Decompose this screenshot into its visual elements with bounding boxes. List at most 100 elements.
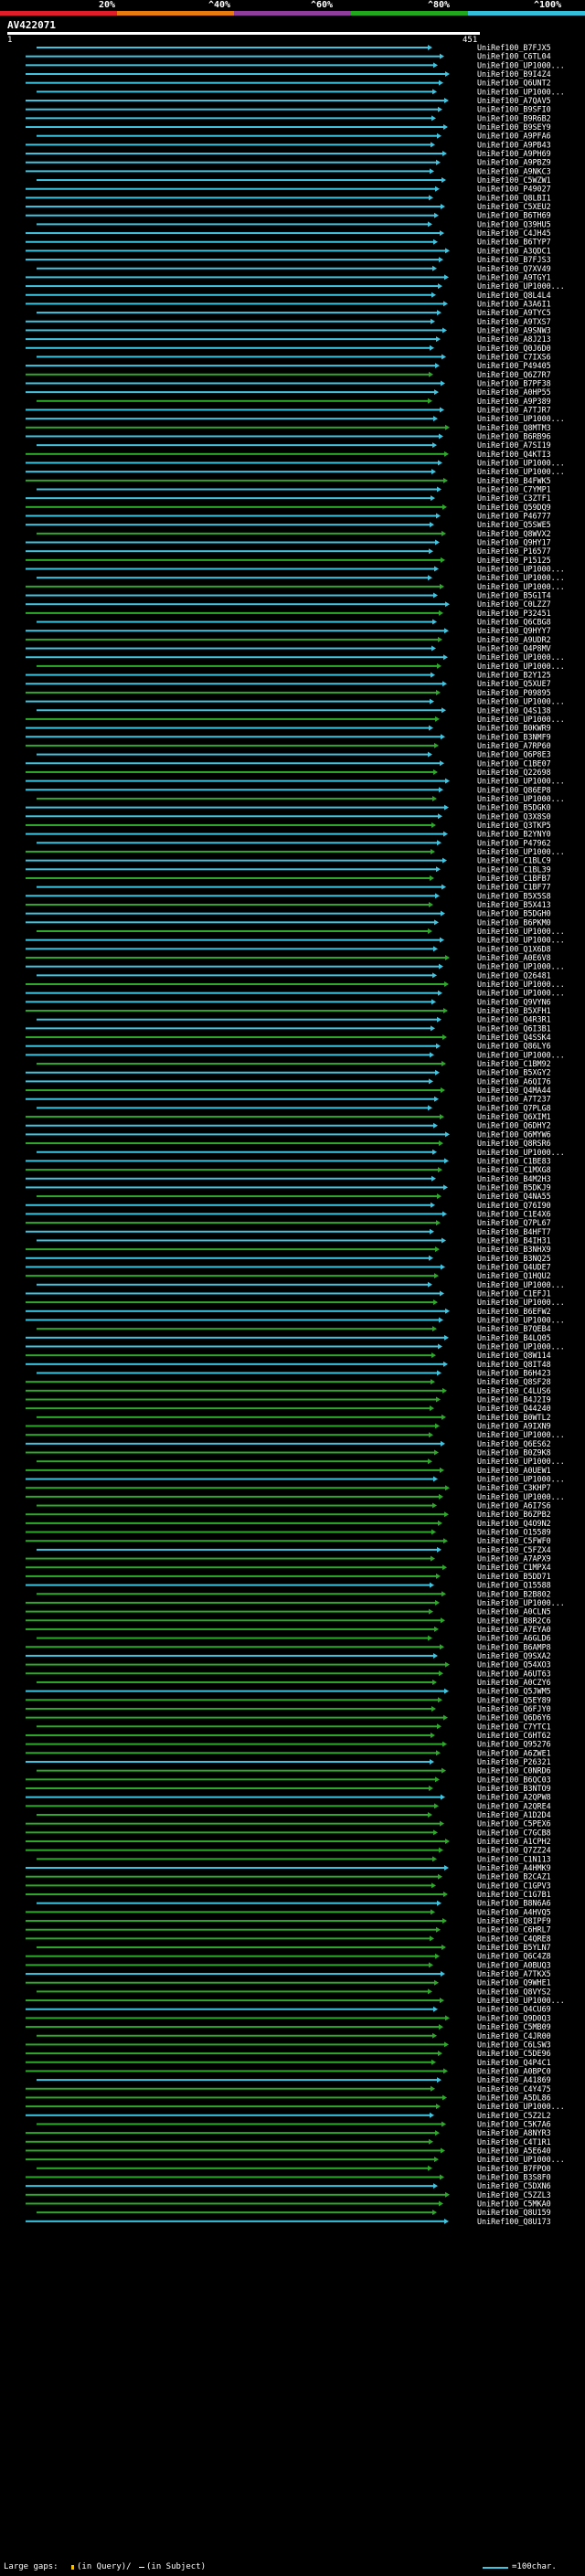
hit-label[interactable]: UniRef100_A7RP60 — [477, 741, 551, 750]
hit-label[interactable]: UniRef100_B0KWR9 — [477, 724, 551, 733]
hit-label[interactable]: UniRef100_A9PH69 — [477, 149, 551, 158]
hit-label[interactable]: UniRef100_C5DXN6 — [477, 2181, 551, 2190]
hit-label[interactable]: UniRef100_UP1000... — [477, 87, 565, 96]
hit-label[interactable]: UniRef100_C1MXG8 — [477, 1165, 551, 1174]
hit-label[interactable]: UniRef100_Q4KTI3 — [477, 450, 551, 459]
hit-label[interactable]: UniRef100_Q8IPF9 — [477, 1916, 551, 1925]
hit-label[interactable]: UniRef100_C4JR00 — [477, 2031, 551, 2041]
hit-label[interactable]: UniRef100_A9PFA6 — [477, 132, 551, 141]
hit-label[interactable]: UniRef100_C4QRE8 — [477, 1934, 551, 1943]
hit-label[interactable]: UniRef100_B4M2H3 — [477, 1174, 551, 1183]
hit-label[interactable]: UniRef100_Q4CU69 — [477, 2005, 551, 2014]
hit-label[interactable]: UniRef100_Q54XO3 — [477, 1660, 551, 1670]
hit-label[interactable]: UniRef100_Q7ZZ24 — [477, 1846, 551, 1855]
hit-label[interactable]: UniRef100_Q6I3B1 — [477, 1023, 551, 1033]
hit-label[interactable]: UniRef100_C1GPV3 — [477, 1881, 551, 1890]
hit-label[interactable]: UniRef100_C1EFJ1 — [477, 1288, 551, 1298]
hit-label[interactable]: UniRef100_C5FZX4 — [477, 1545, 551, 1554]
hit-label[interactable]: UniRef100_B5XGY2 — [477, 1068, 551, 1077]
hit-label[interactable]: UniRef100_UP1000... — [477, 927, 565, 936]
hit-label[interactable]: UniRef100_A0BUQ3 — [477, 1960, 551, 1969]
hit-label[interactable]: UniRef100_A9P389 — [477, 397, 551, 406]
hit-label[interactable]: UniRef100_Q5JWM5 — [477, 1687, 551, 1696]
hit-label[interactable]: UniRef100_C5ZZL3 — [477, 2190, 551, 2200]
hit-label[interactable]: UniRef100_Q9WHE1 — [477, 1978, 551, 1988]
hit-label[interactable]: UniRef100_B6AMP8 — [477, 1642, 551, 1651]
hit-label[interactable]: UniRef100_A6I7S6 — [477, 1501, 551, 1511]
hit-label[interactable]: UniRef100_B6TH69 — [477, 211, 551, 220]
hit-label[interactable]: UniRef100_UP1000... — [477, 573, 565, 582]
hit-label[interactable]: UniRef100_A6QI76 — [477, 1076, 551, 1086]
hit-label[interactable]: UniRef100_A7TKX5 — [477, 1969, 551, 1978]
hit-label[interactable]: UniRef100_UP1000... — [477, 414, 565, 423]
hit-label[interactable]: UniRef100_Q4R3R1 — [477, 1015, 551, 1024]
hit-label[interactable]: UniRef100_C1BFB7 — [477, 874, 551, 883]
hit-label[interactable]: UniRef100_A0HP55 — [477, 387, 551, 397]
hit-label[interactable]: UniRef100_Q9D0Q3 — [477, 2013, 551, 2022]
hit-label[interactable]: UniRef100_UP1000... — [477, 980, 565, 989]
hit-label[interactable]: UniRef100_UP1000... — [477, 652, 565, 662]
hit-label[interactable]: UniRef100_C7YMP1 — [477, 485, 551, 494]
hit-label[interactable]: UniRef100_C6HT62 — [477, 1731, 551, 1740]
hit-label[interactable]: UniRef100_A4HMK9 — [477, 1863, 551, 1872]
hit-label[interactable]: UniRef100_B7FJX5 — [477, 43, 551, 52]
hit-label[interactable]: UniRef100_C7IXS6 — [477, 352, 551, 361]
hit-label[interactable]: UniRef100_B7PF38 — [477, 378, 551, 387]
hit-label[interactable]: UniRef100_UP1000... — [477, 1457, 565, 1466]
hit-label[interactable]: UniRef100_P46777 — [477, 512, 551, 521]
hit-label[interactable]: UniRef100_Q59DQ9 — [477, 503, 551, 512]
hit-label[interactable]: UniRef100_C5WZW1 — [477, 175, 551, 185]
hit-label[interactable]: UniRef100_UP1000... — [477, 2155, 565, 2164]
hit-label[interactable]: UniRef100_B9I4Z4 — [477, 69, 551, 79]
hit-label[interactable]: UniRef100_B6H423 — [477, 1369, 551, 1378]
hit-label[interactable]: UniRef100_A7SI19 — [477, 440, 551, 450]
hit-label[interactable]: UniRef100_UP1000... — [477, 697, 565, 706]
hit-label[interactable]: UniRef100_C1MPX4 — [477, 1563, 551, 1572]
hit-label[interactable]: UniRef100_Q6Z7R7 — [477, 370, 551, 379]
hit-label[interactable]: UniRef100_UP1000... — [477, 1430, 565, 1439]
hit-label[interactable]: UniRef100_UP1000... — [477, 2102, 565, 2111]
hit-label[interactable]: UniRef100_A9TGY1 — [477, 272, 551, 281]
hit-label[interactable]: UniRef100_Q6UNT2 — [477, 79, 551, 88]
hit-label[interactable]: UniRef100_UP1000... — [477, 662, 565, 671]
hit-label[interactable]: UniRef100_Q6P8E3 — [477, 750, 551, 759]
hit-label[interactable]: UniRef100_C1BL39 — [477, 864, 551, 874]
hit-label[interactable]: UniRef100_Q6DHY2 — [477, 1121, 551, 1130]
hit-label[interactable]: UniRef100_B0Z9K8 — [477, 1448, 551, 1458]
hit-label[interactable]: UniRef100_Q4SSK4 — [477, 1033, 551, 1042]
hit-label[interactable]: UniRef100_Q6D6Y6 — [477, 1713, 551, 1723]
hit-label[interactable]: UniRef100_B6QC03 — [477, 1775, 551, 1784]
hit-label[interactable]: UniRef100_UP1000... — [477, 1050, 565, 1059]
hit-label[interactable]: UniRef100_C6LSW3 — [477, 2040, 551, 2049]
hit-label[interactable]: UniRef100_A1D2D4 — [477, 1810, 551, 1819]
hit-label[interactable]: UniRef100_A9PBZ9 — [477, 158, 551, 167]
hit-label[interactable]: UniRef100_Q5SWE5 — [477, 520, 551, 529]
hit-label[interactable]: UniRef100_B5G1T4 — [477, 591, 551, 600]
hit-label[interactable]: UniRef100_Q6ES62 — [477, 1439, 551, 1448]
hit-label[interactable]: UniRef100_Q0J6D0 — [477, 344, 551, 353]
hit-label[interactable]: UniRef100_Q7XV49 — [477, 264, 551, 273]
hit-label[interactable]: UniRef100_B3NMF9 — [477, 732, 551, 741]
hit-label[interactable]: UniRef100_Q7PLG8 — [477, 1103, 551, 1112]
hit-label[interactable]: UniRef100_Q8RSR6 — [477, 1139, 551, 1148]
hit-label[interactable]: UniRef100_C0LZZ7 — [477, 599, 551, 609]
hit-label[interactable]: UniRef100_A0BPC0 — [477, 2066, 551, 2075]
hit-label[interactable]: UniRef100_C4LUS6 — [477, 1386, 551, 1395]
hit-label[interactable]: UniRef100_Q8LBI1 — [477, 193, 551, 202]
hit-label[interactable]: UniRef100_Q86LY6 — [477, 1042, 551, 1051]
hit-label[interactable]: UniRef100_C6TL04 — [477, 52, 551, 61]
hit-label[interactable]: UniRef100_C1BE83 — [477, 1156, 551, 1165]
hit-label[interactable]: UniRef100_Q26481 — [477, 970, 551, 980]
hit-label[interactable]: UniRef100_C7GCB8 — [477, 1828, 551, 1837]
hit-label[interactable]: UniRef100_B3NTO9 — [477, 1784, 551, 1793]
hit-label[interactable]: UniRef100_Q76I90 — [477, 1201, 551, 1210]
hit-label[interactable]: UniRef100_B9SFI0 — [477, 105, 551, 114]
hit-label[interactable]: UniRef100_C1BF77 — [477, 883, 551, 892]
hit-label[interactable]: UniRef100_UP1000... — [477, 1298, 565, 1307]
hit-label[interactable]: UniRef100_C3KHP7 — [477, 1483, 551, 1492]
hit-label[interactable]: UniRef100_P47962 — [477, 838, 551, 847]
hit-label[interactable]: UniRef100_Q4S138 — [477, 705, 551, 715]
hit-label[interactable]: UniRef100_Q6XIM1 — [477, 1112, 551, 1121]
hit-label[interactable]: UniRef100_B4IH31 — [477, 1235, 551, 1245]
hit-label[interactable]: UniRef100_B8N6A6 — [477, 1899, 551, 1908]
